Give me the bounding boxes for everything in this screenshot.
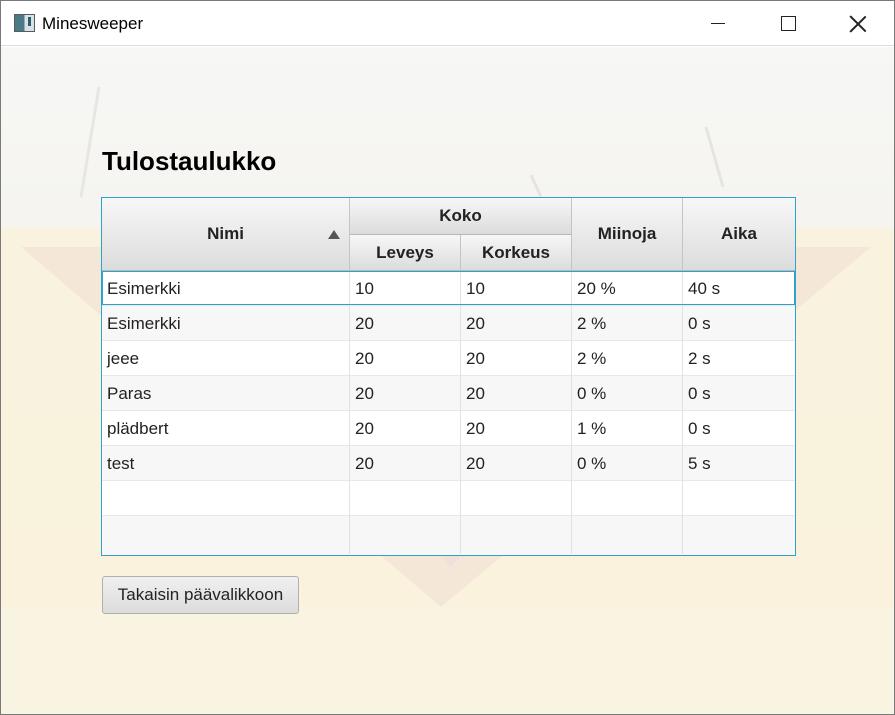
cell-mines: 1 % <box>572 411 683 446</box>
cell-height: 10 <box>461 271 572 306</box>
cell-name: Esimerkki <box>102 306 350 341</box>
column-header-name[interactable]: Nimi <box>102 198 350 271</box>
page-title: Tulostaulukko <box>102 146 277 176</box>
cell-name: plädbert <box>102 411 350 446</box>
empty-cell <box>683 516 795 554</box>
column-header-width-label: Leveys <box>376 242 434 262</box>
table-row[interactable]: plädbert 20 20 1 % 0 s <box>102 411 795 446</box>
cell-name: test <box>102 446 350 481</box>
cell-mines: 2 % <box>572 341 683 376</box>
column-header-name-label: Nimi <box>207 224 244 243</box>
cell-height: 20 <box>461 446 572 481</box>
cell-time: 0 s <box>688 313 711 333</box>
title-bar[interactable]: Minesweeper <box>1 1 894 46</box>
column-group-size: Koko <box>350 198 572 235</box>
cell-width: 20 <box>350 376 461 411</box>
empty-cell <box>572 516 683 554</box>
cell-mines: 2 % <box>572 306 683 341</box>
table-row[interactable]: test 20 20 0 % 5 s <box>102 446 795 481</box>
empty-table-row <box>102 481 795 516</box>
minimize-button[interactable] <box>683 1 753 46</box>
cell-name: Paras <box>102 376 350 411</box>
main-content: Tulostaulukko Nimi Koko Leveys Korkeus M… <box>1 47 894 714</box>
cell-width: 20 <box>350 306 461 341</box>
cell-mines: 0 % <box>572 446 683 481</box>
cell-height: 20 <box>461 341 572 376</box>
column-group-size-label: Koko <box>439 206 482 225</box>
column-header-height-label: Korkeus <box>481 242 551 262</box>
column-header-mines-label: Miinoja <box>597 224 657 243</box>
cell-name: Esimerkki <box>102 271 350 306</box>
table-header: Nimi Koko Leveys Korkeus Miinoja Aika <box>102 198 795 271</box>
maximize-icon <box>780 16 796 31</box>
empty-table-row <box>102 516 795 554</box>
cell-width: 20 <box>350 341 461 376</box>
cell-height: 20 <box>461 376 572 411</box>
cell-mines: 0 % <box>572 376 683 411</box>
cell-height: 20 <box>461 411 572 446</box>
column-header-time[interactable]: Aika <box>683 198 795 271</box>
cell-time: 0 s <box>688 383 711 403</box>
sort-ascending-icon <box>328 230 340 239</box>
column-header-time-label: Aika <box>721 224 757 243</box>
empty-cell <box>461 516 572 554</box>
cell-mines: 20 % <box>572 271 683 306</box>
app-icon <box>14 14 35 32</box>
cell-width: 10 <box>350 271 461 306</box>
cell-time: 2 s <box>688 348 711 368</box>
cell-width: 20 <box>350 446 461 481</box>
table-body: Esimerkki 10 10 20 % 40 s Esimerkki 20 2… <box>102 271 795 554</box>
back-to-main-menu-button[interactable]: Takaisin päävalikkoon <box>102 576 299 614</box>
cell-name: jeee <box>102 341 350 376</box>
empty-cell <box>102 481 350 516</box>
minimize-icon <box>711 23 725 24</box>
empty-cell <box>461 481 572 516</box>
column-header-mines[interactable]: Miinoja <box>572 198 683 271</box>
app-window: Minesweeper Tulostaulukko Nimi Koko Leve… <box>0 0 895 715</box>
cell-height: 20 <box>461 306 572 341</box>
table-row[interactable]: jeee 20 20 2 % 2 s <box>102 341 795 376</box>
table-row[interactable]: Esimerkki 10 10 20 % 40 s <box>102 271 795 306</box>
cell-time: 5 s <box>688 453 711 473</box>
empty-cell <box>683 481 795 516</box>
cell-time: 40 s <box>688 278 721 298</box>
window-title: Minesweeper <box>42 14 144 33</box>
cell-time: 0 s <box>688 418 711 438</box>
cell-width: 20 <box>350 411 461 446</box>
empty-cell <box>572 481 683 516</box>
table-row[interactable]: Esimerkki 20 20 2 % 0 s <box>102 306 795 341</box>
maximize-button[interactable] <box>753 1 823 46</box>
close-icon <box>849 15 867 33</box>
empty-cell <box>102 516 350 554</box>
empty-cell <box>350 516 461 554</box>
leaderboard-table[interactable]: Nimi Koko Leveys Korkeus Miinoja Aika Es… <box>101 197 796 556</box>
table-row[interactable]: Paras 20 20 0 % 0 s <box>102 376 795 411</box>
column-header-height[interactable]: Korkeus <box>461 235 572 271</box>
column-header-width[interactable]: Leveys <box>350 235 461 271</box>
close-button[interactable] <box>823 1 893 46</box>
empty-cell <box>350 481 461 516</box>
